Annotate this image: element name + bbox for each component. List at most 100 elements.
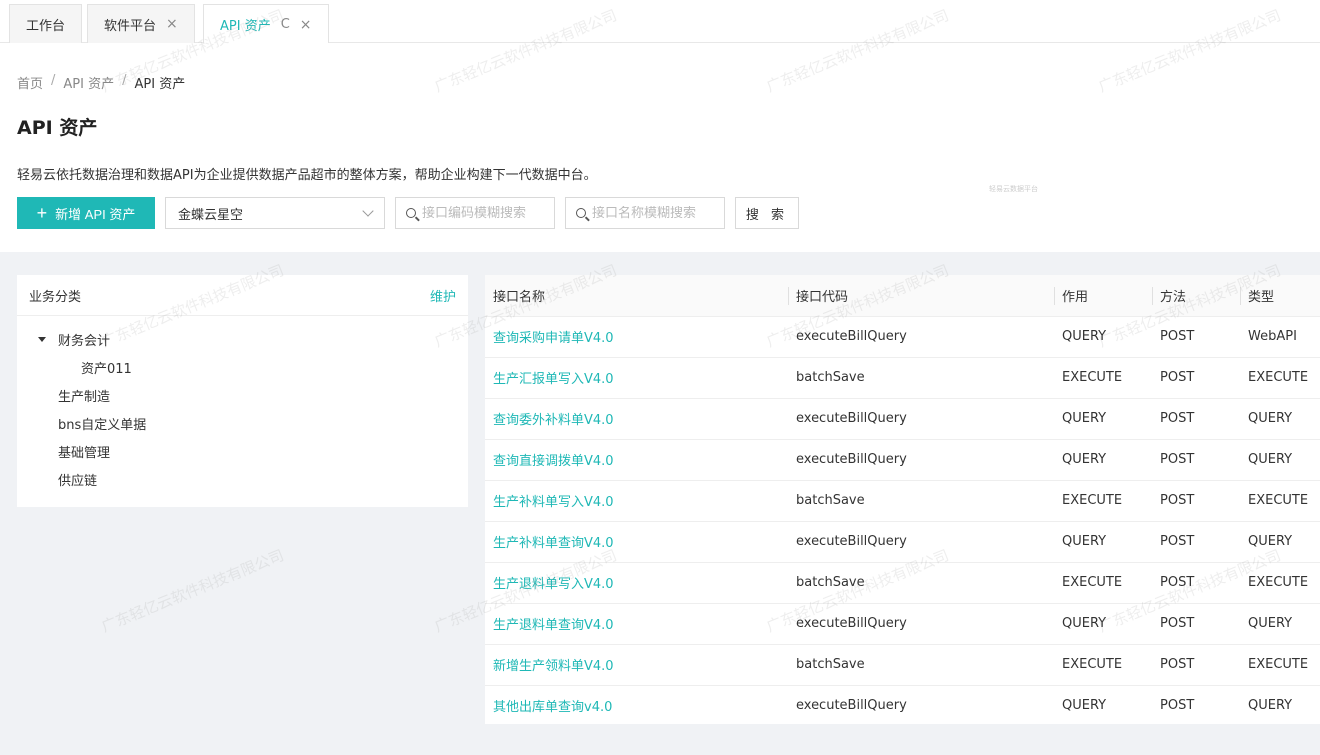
name-search-input[interactable] [592,205,712,221]
cell-api-code: executeBillQuery [788,685,1054,724]
search-button[interactable]: 搜 索 [735,197,799,229]
tab-label: API 资产 [220,19,271,34]
tree-item-basic-management[interactable]: 基础管理 [17,437,468,465]
cell-api-name[interactable]: 生产退料单查询V4.0 [485,603,788,645]
cell-api-name[interactable]: 查询直接调拨单V4.0 [485,439,788,481]
breadcrumb-home[interactable]: 首页 [17,73,43,92]
cell-api-name[interactable]: 其他出库单查询v4.0 [485,685,788,724]
plus-icon: + [36,203,48,223]
cell-purpose: QUERY [1054,521,1152,563]
column-separator[interactable] [788,287,789,305]
search-icon [576,208,586,218]
chevron-down-icon [362,205,374,217]
cell-api-code: batchSave [788,562,1054,604]
cell-api-code: batchSave [788,644,1054,686]
cell-purpose: QUERY [1054,603,1152,645]
table-row[interactable]: 生产退料单写入V4.0 batchSave EXECUTE POST EXECUTE [485,562,1320,604]
tree-item-label: 资产011 [81,361,132,377]
page-title: API 资产 [17,117,98,139]
cell-api-code: executeBillQuery [788,439,1054,481]
tree-item-supply-chain[interactable]: 供应链 [17,465,468,493]
tab-api-assets[interactable]: API 资产 C × [203,4,329,44]
cell-method: POST [1152,644,1240,686]
tree-item-label: 生产制造 [58,389,111,405]
cell-method: POST [1152,603,1240,645]
name-search-field[interactable] [565,197,725,229]
code-search-input[interactable] [422,205,542,221]
cell-method: POST [1152,357,1240,399]
cell-method: POST [1152,480,1240,522]
cell-type: QUERY [1240,685,1320,724]
table-row[interactable]: 查询委外补料单V4.0 executeBillQuery QUERY POST QUER… [485,398,1320,440]
table-row[interactable]: 生产补料单查询V4.0 executeBillQuery QUERY POST QUER… [485,521,1320,563]
cell-method: POST [1152,685,1240,724]
cell-api-name[interactable]: 查询委外补料单V4.0 [485,398,788,440]
column-header-label: 方法 [1160,289,1187,305]
tree-item-label: bns自定义单据 [58,417,147,433]
cell-method: POST [1152,562,1240,604]
cell-api-name[interactable]: 生产退料单写入V4.0 [485,562,788,604]
breadcrumb-current: API 资产 [134,77,186,92]
system-select[interactable]: 金蝶云星空 [165,197,385,229]
column-separator[interactable] [1152,287,1153,305]
close-icon[interactable]: × [300,17,312,33]
category-panel: 业务分类 维护 财务会计 资产011 生产制造 bns自定义单据 基础管理 供应… [17,275,468,507]
cell-api-code: batchSave [788,480,1054,522]
tree-item-bns-custom[interactable]: bns自定义单据 [17,409,468,437]
cell-api-code: executeBillQuery [788,603,1054,645]
tab-software-platform[interactable]: 软件平台 × [87,4,195,43]
refresh-icon[interactable]: C [281,17,290,32]
add-api-asset-button[interactable]: + 新增 API 资产 [17,197,155,229]
cell-purpose: QUERY [1054,316,1152,358]
cell-type: WebAPI [1240,316,1320,358]
cell-purpose: EXECUTE [1054,644,1152,686]
table-row[interactable]: 其他出库单查询v4.0 executeBillQuery QUERY POST QUER… [485,685,1320,724]
column-header-method: 方法 [1152,275,1240,317]
select-value: 金蝶云星空 [178,207,244,223]
table-row[interactable]: 查询采购申请单V4.0 executeBillQuery QUERY POST WebA… [485,316,1320,358]
maintain-link[interactable]: 维护 [430,286,456,305]
table-row[interactable]: 查询直接调拨单V4.0 executeBillQuery QUERY POST QUER… [485,439,1320,481]
page-description: 轻易云依托数据治理和数据API为企业提供数据产品超市的整体方案，帮助企业构建下一… [17,168,597,183]
cell-method: POST [1152,521,1240,563]
breadcrumb-api-assets[interactable]: API 资产 [63,73,114,92]
code-search-field[interactable] [395,197,555,229]
tab-workbench[interactable]: 工作台 [9,4,83,43]
column-header-type: 类型 [1240,275,1320,317]
cell-api-code: executeBillQuery [788,398,1054,440]
tree-item-finance[interactable]: 财务会计 [17,325,468,353]
cell-api-code: executeBillQuery [788,521,1054,563]
category-panel-header: 业务分类 维护 [17,275,468,316]
table-header-row: 接口名称 接口代码 作用 方法 类型 [485,275,1320,317]
table-row[interactable]: 新增生产领料单V4.0 batchSave EXECUTE POST EXECUTE [485,644,1320,686]
column-header-label: 作用 [1062,289,1089,305]
cell-type: EXECUTE [1240,644,1320,686]
cell-api-name[interactable]: 查询采购申请单V4.0 [485,316,788,358]
cell-method: POST [1152,439,1240,481]
cell-api-name[interactable]: 生产补料单查询V4.0 [485,521,788,563]
cell-method: POST [1152,398,1240,440]
breadcrumb: 首页 / API 资产 / API 资产 [17,73,185,92]
close-icon[interactable]: × [166,16,178,32]
table-row[interactable]: 生产退料单查询V4.0 executeBillQuery QUERY POST QUER… [485,603,1320,645]
cell-purpose: QUERY [1054,439,1152,481]
table-row[interactable]: 生产汇报单写入V4.0 batchSave EXECUTE POST EXECUTE [485,357,1320,399]
cell-purpose: EXECUTE [1054,562,1152,604]
cell-type: QUERY [1240,439,1320,481]
api-table-container: 接口名称 接口代码 作用 方法 类型 查询采购申请单V4.0 executeBil… [485,275,1320,724]
api-table: 接口名称 接口代码 作用 方法 类型 查询采购申请单V4.0 executeBil… [485,275,1320,724]
tree-item-asset011[interactable]: 资产011 [17,353,468,381]
add-button-label: 新增 API 资产 [55,206,136,222]
cell-api-name[interactable]: 生产补料单写入V4.0 [485,480,788,522]
table-row[interactable]: 生产补料单写入V4.0 batchSave EXECUTE POST EXECUTE [485,480,1320,522]
tab-bar: 工作台 软件平台 × API 资产 C × [0,0,1320,44]
cell-api-code: executeBillQuery [788,316,1054,358]
category-tree: 财务会计 资产011 生产制造 bns自定义单据 基础管理 供应链 [17,316,468,493]
tree-item-manufacturing[interactable]: 生产制造 [17,381,468,409]
cell-api-name[interactable]: 新增生产领料单V4.0 [485,644,788,686]
column-header-label: 类型 [1248,289,1275,305]
caret-down-icon[interactable] [38,336,46,342]
column-separator[interactable] [1240,287,1241,305]
column-separator[interactable] [1054,287,1055,305]
cell-api-name[interactable]: 生产汇报单写入V4.0 [485,357,788,399]
